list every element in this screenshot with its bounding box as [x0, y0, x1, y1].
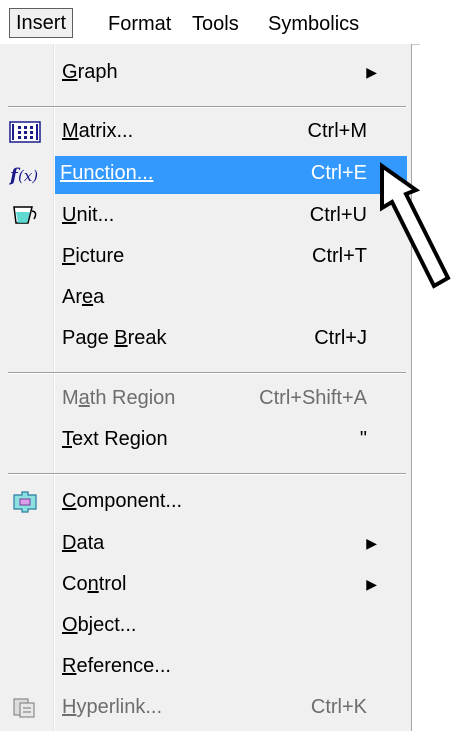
- menu-shortcut: Ctrl+Shift+A: [259, 387, 367, 409]
- menu-item-label: Component...: [62, 490, 183, 512]
- menu-shortcut: ": [359, 428, 367, 450]
- callout-arrow-icon: [380, 162, 451, 289]
- menu-tools[interactable]: Tools: [192, 10, 239, 38]
- svg-text:(x): (x): [18, 167, 38, 185]
- menu-item-picture[interactable]: Picture Ctrl+T: [2, 239, 407, 277]
- menu-item-unit[interactable]: Unit... Ctrl+U: [2, 198, 407, 236]
- menu-item-control[interactable]: Control ▶: [2, 567, 407, 605]
- menu-item-component[interactable]: Component...: [2, 484, 407, 522]
- menu-item-area[interactable]: Area: [2, 280, 407, 318]
- menu-item-label: Picture: [62, 245, 125, 267]
- menu-item-label: Function...: [60, 162, 154, 184]
- menu-item-function[interactable]: Function... Ctrl+E: [55, 156, 407, 194]
- menu-item-data[interactable]: Data ▶: [2, 526, 407, 564]
- menu-item-text-region[interactable]: Text Region ": [2, 422, 407, 460]
- function-icon: f (x): [8, 160, 42, 188]
- menu-separator: [8, 372, 406, 374]
- menu-shortcut: Ctrl+T: [312, 245, 367, 267]
- menu-bar: Insert Format Tools Symbolics: [0, 0, 420, 45]
- menu-symbolics[interactable]: Symbolics: [268, 10, 359, 38]
- menu-item-label: Text Region: [62, 428, 168, 450]
- menu-item-label: Reference...: [62, 655, 171, 677]
- menu-shortcut: Ctrl+K: [310, 696, 367, 718]
- menu-shortcut: Ctrl+U: [309, 204, 367, 226]
- menu-shortcut: Ctrl+M: [307, 120, 367, 142]
- menu-item-page-break[interactable]: Page Break Ctrl+J: [2, 321, 407, 359]
- hyperlink-icon: [8, 694, 42, 722]
- menu-item-label: Unit...: [62, 204, 115, 226]
- menu-item-label: Hyperlink...: [62, 696, 163, 718]
- menu-item-label: Control: [62, 573, 127, 595]
- insert-menu-dropdown: Graph ▶ Matrix... Ctrl+M Function... Ctr…: [0, 44, 412, 731]
- menu-item-hyperlink: Hyperlink... Ctrl+K: [2, 690, 407, 728]
- menu-shortcut: Ctrl+E: [310, 162, 367, 184]
- menu-separator: [8, 473, 406, 475]
- menu-item-object[interactable]: Object...: [2, 608, 407, 646]
- component-icon: [8, 488, 42, 516]
- menu-shortcut: Ctrl+J: [314, 327, 367, 349]
- menu-item-label: Matrix...: [62, 120, 134, 142]
- menu-format[interactable]: Format: [108, 10, 171, 38]
- submenu-arrow-icon: ▶: [366, 64, 377, 80]
- menu-item-label: Data: [62, 532, 105, 554]
- menu-item-label: Graph: [62, 61, 118, 83]
- menu-insert[interactable]: Insert: [9, 8, 74, 38]
- menu-item-matrix[interactable]: Matrix... Ctrl+M: [2, 114, 407, 152]
- submenu-arrow-icon: ▶: [366, 535, 377, 551]
- menu-item-label: Math Region: [62, 387, 176, 409]
- menu-item-reference[interactable]: Reference...: [2, 649, 407, 687]
- unit-icon: [8, 202, 42, 230]
- menu-item-label: Area: [62, 286, 105, 308]
- menu-item-graph[interactable]: Graph ▶: [2, 55, 407, 93]
- menu-item-function-icon-cell[interactable]: f (x): [2, 156, 54, 194]
- menu-item-label: Object...: [62, 614, 137, 636]
- matrix-icon: [8, 118, 42, 146]
- menu-item-label: Page Break: [62, 327, 167, 349]
- submenu-arrow-icon: ▶: [366, 576, 377, 592]
- menu-separator: [8, 106, 406, 108]
- menu-item-math-region: Math Region Ctrl+Shift+A: [2, 381, 407, 419]
